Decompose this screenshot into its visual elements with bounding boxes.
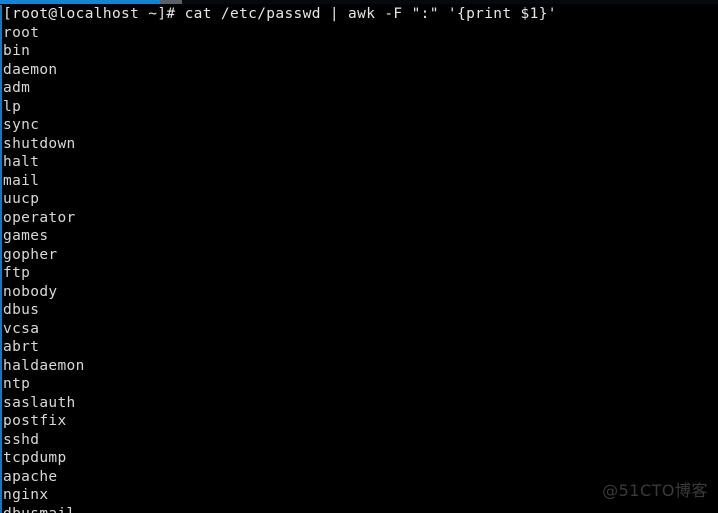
terminal-output-line: root <box>3 24 40 41</box>
terminal-output-line: mail <box>3 172 40 189</box>
terminal-output-line: bin <box>3 43 31 59</box>
terminal-output-line: dbus <box>3 302 40 318</box>
terminal-output-line: sshd <box>3 431 40 448</box>
terminal-output-line: sync <box>3 117 40 133</box>
terminal-prompt-line: [root@localhost ~]# cat /etc/passwd | aw… <box>3 6 557 22</box>
title-strip-remainder <box>182 0 718 4</box>
terminal-output-line: daemon <box>3 61 58 78</box>
window-left-edge-accent <box>0 4 2 513</box>
terminal-output-line: halt <box>3 154 40 170</box>
title-strip-inactive-segment <box>160 0 182 4</box>
watermark-label: @51CTO博客 <box>602 481 708 500</box>
terminal-output-line: adm <box>3 80 31 96</box>
terminal-output-line: operator <box>3 209 76 226</box>
terminal-output-line: gopher <box>3 246 58 263</box>
terminal-output-line: haldaemon <box>3 357 85 374</box>
window-title-strip <box>0 0 718 5</box>
terminal-output-line: lp <box>3 98 22 115</box>
terminal-output-line: dbusmail <box>3 505 715 513</box>
terminal-output-line: ftp <box>3 265 31 281</box>
terminal-output-line: saslauth <box>3 394 76 411</box>
terminal-output-line: games <box>3 228 49 244</box>
terminal-output-line: nobody <box>3 283 58 300</box>
terminal-output-line: uucp <box>3 191 40 207</box>
terminal-output: root bin daemon adm lp sync shutdown halt mail uu… <box>3 24 715 513</box>
terminal-output-line: vcsa <box>3 320 40 337</box>
terminal-window: [root@localhost ~]# cat /etc/passwd | aw… <box>0 0 718 513</box>
terminal-output-line: shutdown <box>3 135 76 152</box>
title-strip-accent-segment <box>0 0 160 4</box>
terminal-screen[interactable]: [root@localhost ~]# cat /etc/passwd | aw… <box>3 5 715 513</box>
terminal-output-line: tcpdump <box>3 450 67 466</box>
terminal-output-line: ntp <box>3 376 31 392</box>
terminal-output-line: abrt <box>3 339 40 355</box>
terminal-output-line: postfix <box>3 413 67 429</box>
